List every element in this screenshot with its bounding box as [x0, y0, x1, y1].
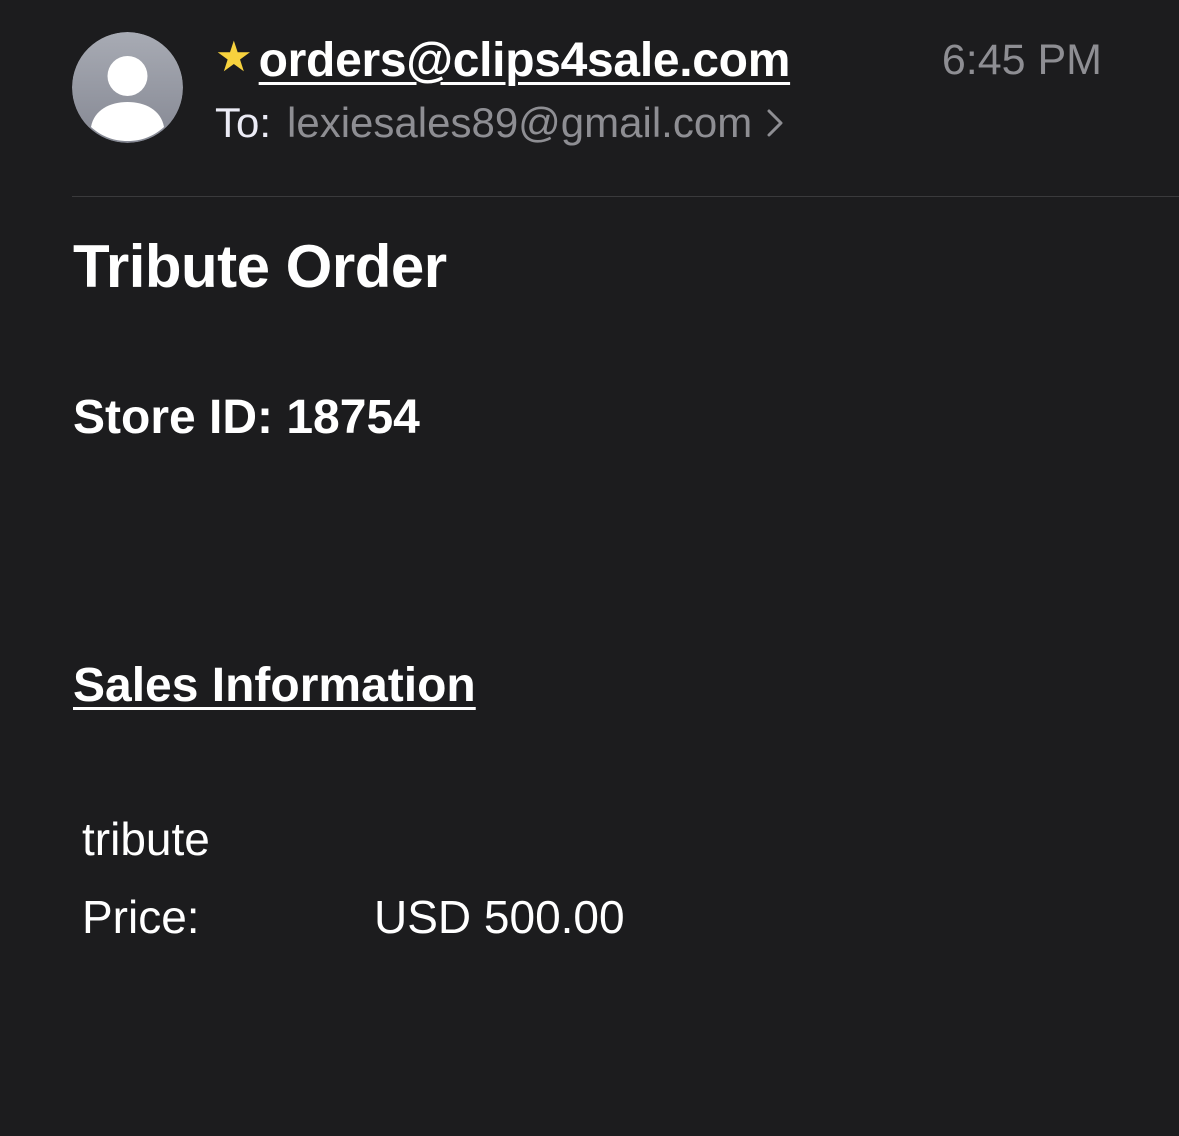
- sender-row: ★ orders@clips4sale.com: [215, 30, 790, 90]
- to-label: To:: [215, 99, 272, 146]
- item-name: tribute: [82, 813, 210, 865]
- sender-avatar[interactable]: [72, 32, 183, 143]
- recipient-row[interactable]: To: lexiesales89@gmail.com: [215, 96, 784, 150]
- price-label: Price:: [82, 891, 200, 943]
- header-divider: [72, 196, 1179, 197]
- sender-address[interactable]: orders@clips4sale.com: [259, 33, 791, 88]
- recipient-address: lexiesales89@gmail.com: [287, 99, 753, 146]
- timestamp: 6:45 PM: [941, 36, 1102, 84]
- email-title: Tribute Order: [73, 233, 447, 300]
- store-id: Store ID: 18754: [73, 391, 420, 444]
- chevron-right-icon: [766, 108, 784, 138]
- price-value: USD 500.00: [374, 891, 625, 943]
- email-header: ★ orders@clips4sale.com 6:45 PM To: lexi…: [0, 0, 1179, 197]
- sales-information-heading: Sales Information: [73, 659, 476, 712]
- star-icon: ★: [215, 33, 253, 80]
- person-silhouette-icon: [72, 32, 183, 143]
